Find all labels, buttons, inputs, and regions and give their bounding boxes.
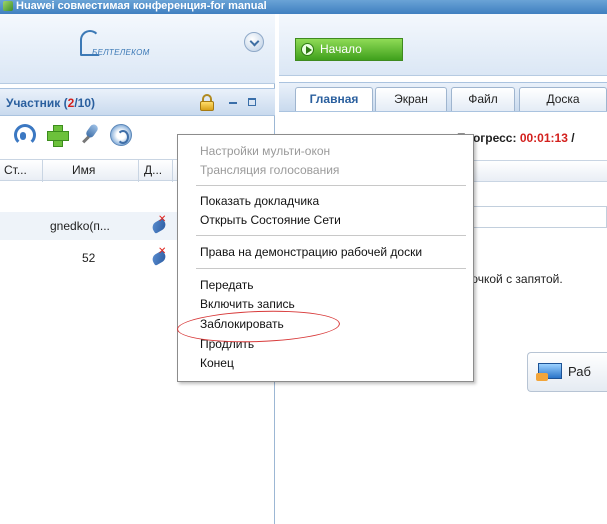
tab-whiteboard[interactable]: Доска [519, 87, 607, 111]
phone-hangup-icon[interactable] [152, 214, 168, 232]
audio-settings-icon[interactable] [110, 124, 132, 146]
whiteboard-icon [536, 363, 562, 381]
conference-toolbar: Начало [279, 14, 607, 76]
tab-main[interactable]: Главная [295, 87, 373, 111]
progress-time: 00:01:13 [519, 131, 568, 145]
participant-name: gnedko(п... [50, 219, 110, 233]
tab-screen[interactable]: Экран [375, 87, 447, 111]
lock-icon[interactable] [200, 94, 214, 111]
progress-label: Прогресс: 00:01:13 / [457, 131, 575, 145]
collapse-chevron-icon[interactable] [244, 32, 264, 52]
logo-bar: БЕЛТЕЛЕКОМ [0, 14, 275, 84]
column-device[interactable]: Д... [144, 163, 162, 177]
phone-hangup-icon[interactable] [152, 246, 168, 264]
menu-item-multiwindow-settings: Настройки мульти-окон [200, 144, 331, 158]
headset-icon[interactable] [14, 124, 36, 146]
menu-item-whiteboard-rights[interactable]: Права на демонстрацию рабочей доски [200, 245, 422, 259]
participant-context-menu: Настройки мульти-окон Трансляция голосов… [177, 134, 474, 382]
play-icon [301, 43, 314, 56]
menu-item-vote-broadcast: Трансляция голосования [200, 163, 340, 177]
maximize-icon[interactable] [248, 98, 256, 106]
app-icon [3, 1, 13, 11]
column-status[interactable]: Ст... [4, 163, 27, 177]
minimize-icon[interactable] [229, 102, 237, 104]
microphone-icon[interactable] [80, 124, 102, 146]
participant-name: 52 [82, 251, 96, 265]
menu-item-start-recording[interactable]: Включить запись [200, 297, 295, 311]
add-participant-icon[interactable] [46, 124, 69, 147]
whiteboard-button[interactable]: Раб [527, 352, 607, 392]
participants-header: Участник (2/10) [0, 88, 275, 116]
menu-item-transfer[interactable]: Передать [200, 278, 254, 292]
column-name[interactable]: Имя [72, 163, 95, 177]
tab-file[interactable]: Файл [451, 87, 515, 111]
beltelecom-logo: БЕЛТЕЛЕКОМ [78, 28, 158, 62]
menu-item-network-status[interactable]: Открыть Состояние Сети [200, 213, 341, 227]
participants-title: Участник (2/10) [6, 96, 95, 110]
window-title: Huawei совместимая конференция-for manua… [16, 0, 267, 12]
hint-text: ючкой с запятой. [469, 272, 563, 286]
main-tabs: Главная Экран Файл Доска [279, 82, 607, 112]
window-titlebar: Huawei совместимая конференция-for manua… [0, 0, 607, 14]
menu-item-show-presenter[interactable]: Показать докладчика [200, 194, 319, 208]
menu-item-end[interactable]: Конец [200, 356, 234, 370]
start-button[interactable]: Начало [295, 38, 403, 61]
